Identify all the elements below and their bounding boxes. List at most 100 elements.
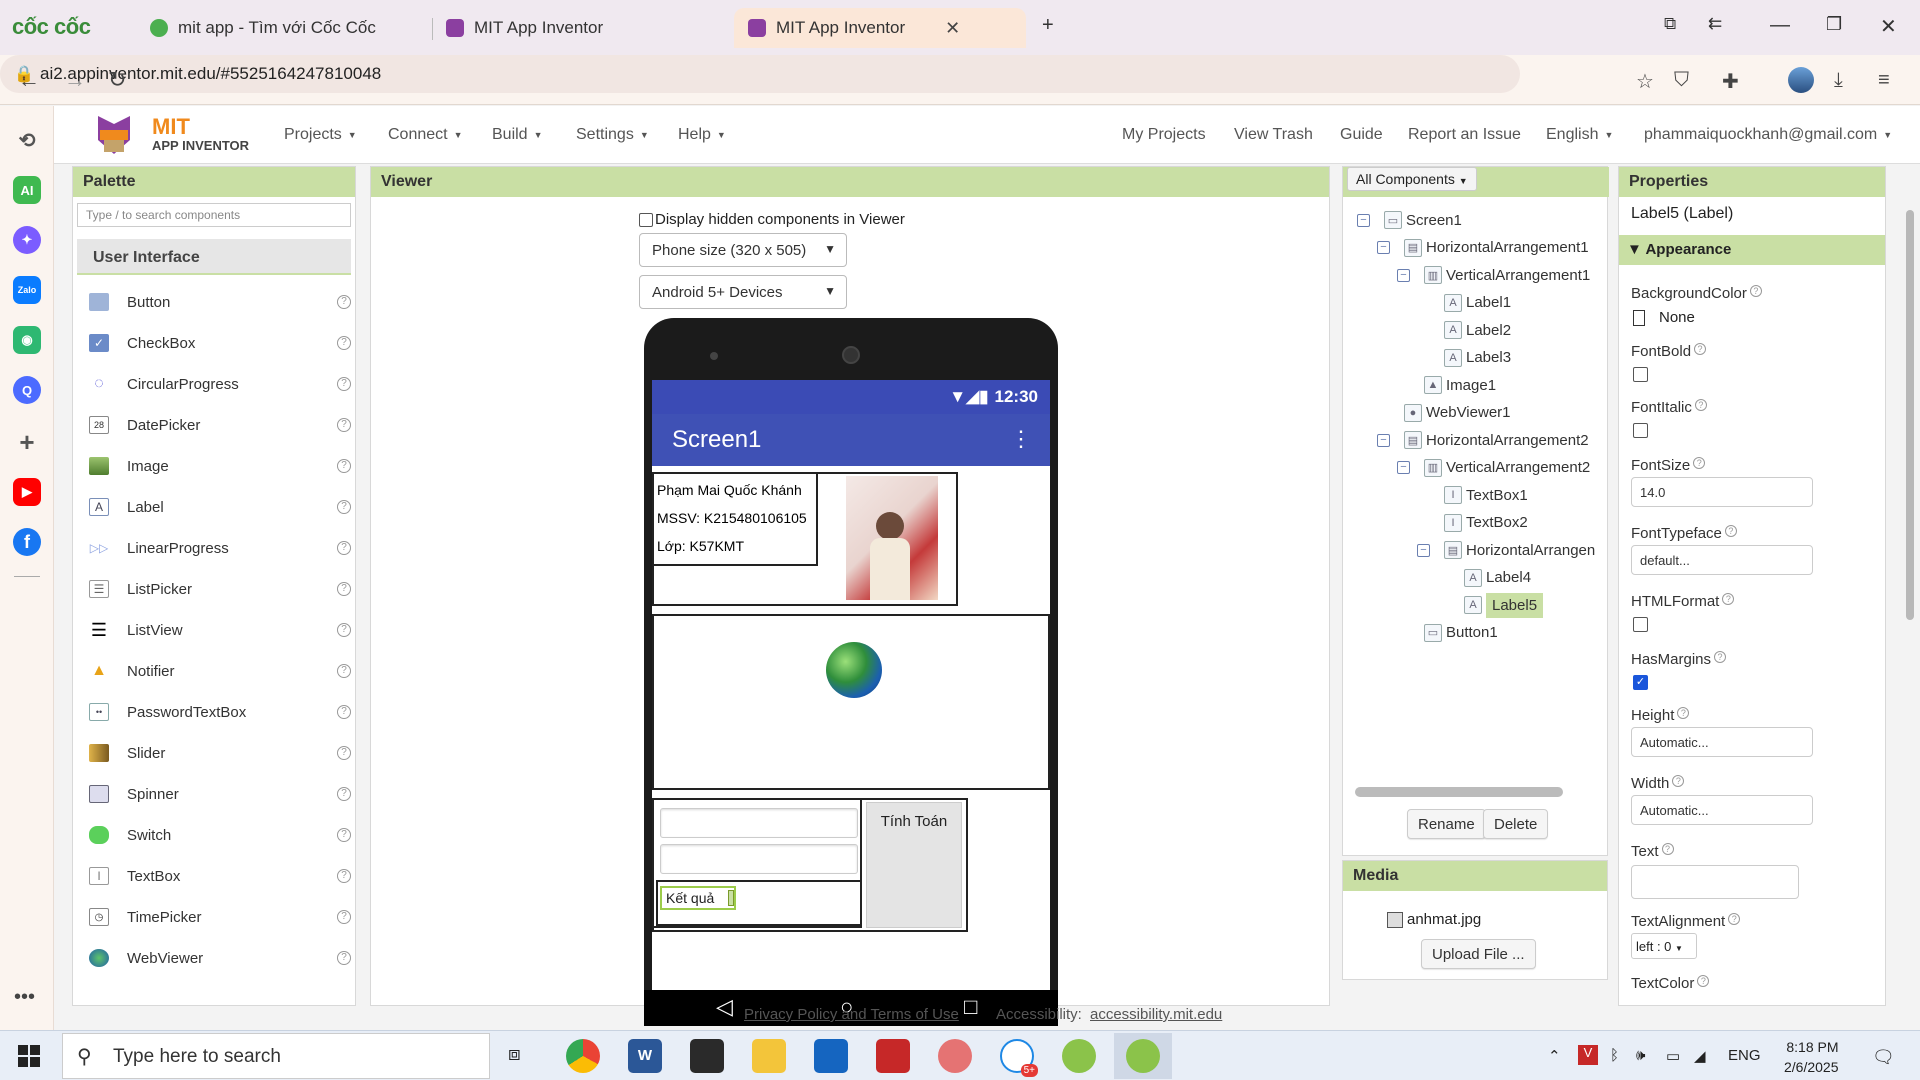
network-icon[interactable]: ◢ (1694, 1047, 1706, 1065)
task-view-icon[interactable]: ⧈ (508, 1043, 521, 1066)
tree-node-horizontalarrangement2[interactable]: − ▤ HorizontalArrangement2 (1377, 427, 1589, 453)
palette-item-switch[interactable]: Switch? (89, 818, 351, 852)
tree-node-textbox2[interactable]: I TextBox2 (1417, 510, 1528, 536)
label-2[interactable]: MSSV: K215480106105 (657, 510, 807, 526)
tab-list-icon[interactable]: ⇇ (1708, 14, 1722, 34)
tray-v-icon[interactable]: V (1578, 1045, 1598, 1065)
close-tab-icon[interactable]: ✕ (945, 18, 960, 39)
prop-width-input[interactable]: Automatic... (1631, 795, 1813, 825)
palette-item-spinner[interactable]: Spinner? (89, 777, 351, 811)
media-file-row[interactable]: anhmat.jpg (1387, 911, 1481, 928)
link-guide[interactable]: Guide (1340, 126, 1383, 144)
menu-language[interactable]: English ▼ (1546, 126, 1613, 144)
tree-node-verticalarrangement1[interactable]: − ▥ VerticalArrangement1 (1397, 262, 1590, 288)
store-icon[interactable] (814, 1039, 848, 1073)
facebook-icon[interactable]: f (13, 528, 41, 556)
upload-file-button[interactable]: Upload File ... (1421, 939, 1536, 969)
tree-node-image1[interactable]: ▲ Image1 (1397, 372, 1496, 398)
active-app-highlight[interactable] (1114, 1033, 1172, 1079)
palette-item-linearprogress[interactable]: ▷▷ LinearProgress? (89, 531, 351, 565)
tree-node-webviewer1[interactable]: ● WebViewer1 (1377, 400, 1511, 426)
menu-build[interactable]: Build ▼ (492, 126, 543, 144)
tab-app-inventor-1[interactable]: MIT App Inventor (432, 8, 617, 48)
appearance-section[interactable]: ▼ Appearance (1619, 235, 1885, 265)
app-inventor-logo-icon[interactable] (90, 110, 138, 158)
gaming-icon[interactable] (690, 1039, 724, 1073)
tree-node-label3[interactable]: A Label3 (1417, 345, 1511, 371)
close-window-icon[interactable]: ✕ (1880, 14, 1897, 39)
palette-item-listpicker[interactable]: ☰ ListPicker? (89, 572, 351, 606)
bluetooth-icon[interactable]: ᛒ (1610, 1047, 1619, 1064)
tree-horizontal-scrollbar[interactable] (1355, 787, 1563, 797)
delete-button[interactable]: Delete (1483, 809, 1549, 839)
tree-node-label1[interactable]: A Label1 (1417, 290, 1511, 316)
menu-icon[interactable]: ≡ (1878, 69, 1890, 92)
text-box-2[interactable] (660, 844, 858, 874)
paint-icon[interactable] (938, 1039, 972, 1073)
collapse-toggle-icon[interactable]: − (1377, 433, 1390, 447)
word-icon[interactable]: W (628, 1039, 662, 1073)
menu-connect[interactable]: Connect ▼ (388, 126, 463, 144)
prop-fontbold-checkbox[interactable] (1633, 367, 1648, 382)
tree-node-button1[interactable]: ▭ Button1 (1397, 620, 1498, 646)
restore-icon[interactable]: ❐ (1826, 14, 1842, 35)
palette-item-image[interactable]: Image? (89, 449, 351, 483)
tab-app-inventor-active[interactable]: MIT App Inventor ✕ (734, 8, 1026, 48)
tree-node-label5[interactable]: A Label5 (1437, 592, 1544, 618)
palette-item-label[interactable]: A Label? (89, 490, 351, 524)
tree-node-horizontalarrangement1[interactable]: − ▤ HorizontalArrangement1 (1377, 235, 1589, 261)
forward-icon[interactable]: → (64, 67, 86, 93)
label-5[interactable] (728, 890, 734, 906)
prop-text-textarea[interactable] (1631, 865, 1799, 899)
tab-search[interactable]: mit app - Tìm với Cốc Cốc (136, 8, 390, 48)
page-scrollbar[interactable] (1904, 166, 1916, 1016)
link-view-trash[interactable]: View Trash (1234, 126, 1313, 144)
menu-settings[interactable]: Settings ▼ (576, 126, 649, 144)
snipping-tool-icon[interactable] (876, 1039, 910, 1073)
collapse-toggle-icon[interactable]: − (1377, 241, 1390, 254)
browser-green-icon[interactable] (1062, 1039, 1096, 1073)
menu-user[interactable]: phammaiquockhanh@gmail.com ▼ (1644, 126, 1892, 144)
palette-item-passwordtextbox[interactable]: •• PasswordTextBox? (89, 695, 351, 729)
game-icon[interactable]: ◉ (13, 326, 41, 354)
youtube-icon[interactable]: ▶ (13, 478, 41, 506)
reload-icon[interactable]: ↻ (108, 67, 126, 93)
link-my-projects[interactable]: My Projects (1122, 126, 1206, 144)
collapse-toggle-icon[interactable]: − (1397, 461, 1410, 474)
extensions-icon[interactable]: ✚ (1722, 69, 1739, 94)
palette-search-input[interactable]: Type / to search components (77, 203, 351, 227)
palette-item-slider[interactable]: Slider? (89, 736, 351, 770)
tree-node-screen1[interactable]: − ▭ Screen1 (1357, 207, 1462, 233)
add-icon[interactable]: + (13, 427, 41, 457)
text-box-1[interactable] (660, 808, 858, 838)
tree-node-horizontalarrangen[interactable]: − ▤ HorizontalArrangen (1417, 537, 1595, 563)
palette-category-user-interface[interactable]: User Interface (77, 239, 351, 275)
collapse-toggle-icon[interactable]: − (1417, 543, 1430, 557)
palette-item-webviewer[interactable]: WebViewer? (89, 941, 351, 975)
shield-icon[interactable]: ⛉ (1674, 69, 1689, 92)
taskbar-search-input[interactable]: ⚲ Type here to search (62, 1033, 490, 1079)
image-1[interactable] (846, 476, 938, 600)
collapse-toggle-icon[interactable]: − (1397, 268, 1410, 282)
palette-item-datepicker[interactable]: 28 DatePicker? (89, 408, 351, 442)
label-1[interactable]: Phạm Mai Quốc Khánh (657, 482, 802, 498)
button-1[interactable]: Tính Toán (866, 802, 962, 928)
prop-fontsize-input[interactable]: 14.0 (1631, 477, 1813, 507)
zalo-icon[interactable]: Zalo (13, 276, 41, 304)
palette-item-textbox[interactable]: I TextBox? (89, 859, 351, 893)
palette-item-circularprogress[interactable]: ◌ CircularProgress? (89, 367, 351, 401)
new-tab-icon[interactable]: + (1042, 14, 1054, 37)
clock[interactable]: 8:18 PM 2/6/2025 (1784, 1037, 1839, 1077)
accessibility-link[interactable]: accessibility.mit.edu (1090, 1006, 1222, 1023)
notification-center-icon[interactable]: 🗨 (1872, 1047, 1895, 1068)
q-icon[interactable]: Q (13, 376, 41, 404)
collapse-toggle-icon[interactable]: − (1357, 213, 1370, 227)
menu-help[interactable]: Help ▼ (678, 126, 726, 144)
profile-avatar[interactable] (1788, 67, 1814, 93)
link-report-issue[interactable]: Report an Issue (1408, 126, 1521, 144)
menu-projects[interactable]: Projects ▼ (284, 126, 357, 144)
palette-item-checkbox[interactable]: ✓ CheckBox? (89, 326, 351, 360)
web-viewer-1[interactable] (652, 614, 1050, 790)
messenger-icon[interactable]: ✦ (13, 226, 41, 254)
prop-htmlformat-checkbox[interactable] (1633, 617, 1648, 632)
